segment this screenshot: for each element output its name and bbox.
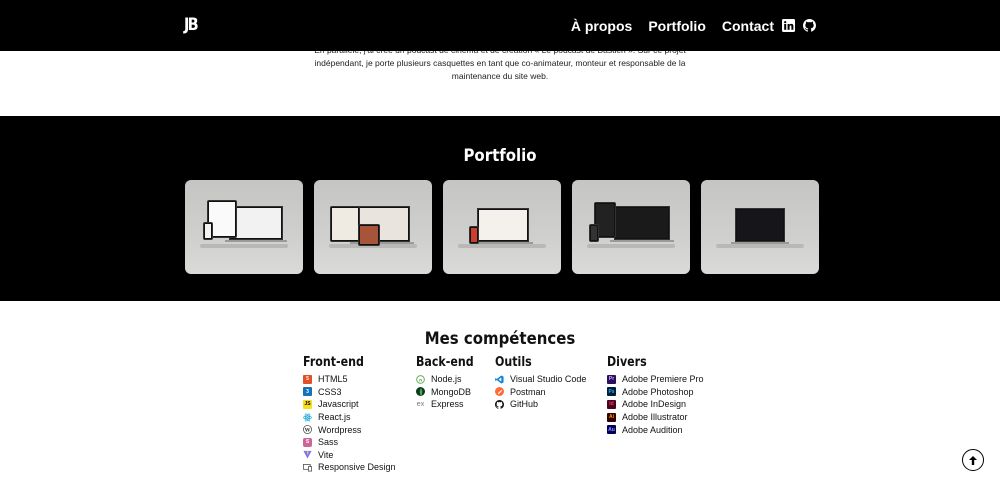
laptop-mockup [229, 206, 283, 240]
skill-audition: Au Adobe Audition [607, 424, 683, 435]
about-line-2: indépendant, je porte plusieurs casquett… [314, 58, 686, 68]
html5-icon: 5 [303, 374, 312, 384]
wordpress-icon: W [303, 425, 312, 435]
skill-photoshop: Ps Adobe Photoshop [607, 386, 694, 397]
portfolio-card-1[interactable] [185, 180, 303, 274]
skill-sass: S Sass [303, 436, 396, 449]
vscode-icon [495, 375, 504, 384]
skill-mongodb: MongoDB [416, 386, 484, 399]
skill-nodejs: n Node.js [416, 373, 484, 386]
nav-link-portfolio[interactable]: Portfolio [648, 18, 706, 34]
photoshop-icon: Ps [607, 387, 616, 397]
premiere-icon: Pr [607, 374, 616, 384]
nodejs-icon: n [416, 375, 425, 384]
skills-column-back-end: Back-end n Node.js MongoDB ex Express [416, 355, 484, 411]
sass-icon: S [303, 437, 312, 447]
illustrator-icon: Ai [607, 412, 616, 422]
skill-indesign: Id Adobe InDesign [607, 398, 704, 411]
column-title: Back-end [416, 355, 474, 370]
skill-javascript: JS Javascript [303, 399, 359, 410]
portfolio-card-4[interactable] [572, 180, 690, 274]
column-title: Outils [495, 355, 532, 370]
skill-html5: 5 HTML5 [303, 373, 396, 386]
audition-icon: Au [607, 425, 616, 435]
scroll-to-top-button[interactable] [962, 449, 984, 471]
about-section: En parallèle, j'ai créé un podcast de ci… [0, 40, 1000, 116]
portfolio-section: Portfolio [0, 116, 1000, 301]
skill-vite: Vite [303, 449, 396, 462]
skill-react: React.js [303, 411, 396, 424]
portfolio-title: Portfolio [463, 146, 537, 166]
express-icon: ex [416, 400, 425, 408]
mongodb-icon [416, 387, 425, 397]
svg-text:n: n [419, 377, 422, 382]
linkedin-icon[interactable] [782, 19, 795, 32]
skill-responsive-design: Responsive Design [303, 461, 396, 474]
skill-wordpress: W Wordpress [303, 424, 362, 435]
skill-express: ex Express [416, 399, 464, 410]
react-icon [303, 413, 312, 422]
about-line-3: maintenance du site web. [451, 71, 549, 81]
skills-column-divers: Divers Pr Adobe Premiere Pro Ps Adobe Phot… [607, 355, 704, 436]
nav-links: À propos Portfolio Contact [555, 0, 816, 51]
skill-vscode: Visual Studio Code [495, 373, 586, 386]
navbar: JB À propos Portfolio Contact [0, 0, 1000, 51]
portfolio-card-5[interactable] [701, 180, 819, 274]
portfolio-card-3[interactable] [443, 180, 561, 274]
github-icon[interactable] [803, 19, 816, 32]
skill-premiere-pro: Pr Adobe Premiere Pro [607, 374, 704, 385]
nav-link-contact[interactable]: Contact [722, 18, 774, 34]
skills-title: Mes compétences [424, 329, 576, 349]
css3-icon: 3 [303, 387, 312, 397]
github-icon [495, 399, 504, 409]
responsive-icon [303, 463, 312, 472]
arrow-up-icon [969, 455, 977, 465]
indesign-icon: Id [607, 399, 616, 409]
vite-icon [303, 450, 312, 459]
portfolio-cards [185, 180, 819, 274]
skills-column-front-end: Front-end 5 HTML5 3 CSS3 JS Javascript Reac… [303, 355, 396, 474]
skill-illustrator: Ai Adobe Illustrator [607, 412, 688, 423]
skill-postman: Postman [495, 386, 586, 399]
logo[interactable]: JB [184, 15, 199, 35]
skill-css3: 3 CSS3 [303, 386, 396, 399]
postman-icon [495, 387, 504, 397]
skill-github: GitHub [495, 398, 586, 411]
nav-link-a-propos[interactable]: À propos [571, 18, 632, 34]
javascript-icon: JS [303, 399, 312, 409]
column-title: Divers [607, 355, 647, 370]
svg-text:W: W [304, 427, 311, 433]
skills-column-outils: Outils Visual Studio Code Postman GitHub [495, 355, 586, 411]
column-title: Front-end [303, 355, 364, 370]
portfolio-card-2[interactable] [314, 180, 432, 274]
skills-section: Mes compétences Front-end 5 HTML5 3 CSS3 J… [0, 301, 1000, 483]
